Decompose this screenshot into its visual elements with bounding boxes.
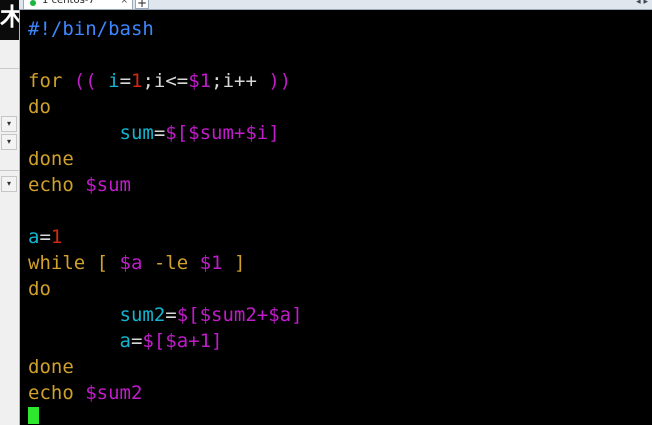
code-token: i <box>96 70 120 92</box>
code-token: a <box>28 330 131 352</box>
code-token: done <box>28 148 74 170</box>
code-token: = <box>119 70 132 92</box>
close-icon[interactable]: × <box>120 0 128 6</box>
terminal-line: #!/bin/bash <box>28 16 154 42</box>
tab-centos-7[interactable]: 1 centos-7 × <box>23 0 133 9</box>
terminal-cursor <box>28 407 39 424</box>
code-token: -le <box>142 252 200 274</box>
code-token: sum2 <box>28 304 166 326</box>
code-token: echo <box>28 382 86 404</box>
code-token: $sum <box>85 174 131 196</box>
code-token: 1 <box>131 70 143 92</box>
code-token: = <box>130 330 143 352</box>
session-tab-bar: 1 centos-7 × + ◂ ▸ <box>19 0 652 10</box>
terminal-line: for (( i=1;i<=$1;i++ )) <box>28 68 291 94</box>
new-tab-button[interactable]: + <box>135 0 149 9</box>
chevron-down-icon[interactable]: ▾ <box>1 176 17 192</box>
terminal-line: sum2=$[$sum2+$a] <box>28 302 303 328</box>
code-token: a <box>28 226 40 248</box>
code-token: for <box>28 70 63 92</box>
code-token: #!/bin/bash <box>28 18 154 40</box>
chevron-down-icon[interactable]: ▾ <box>1 116 17 132</box>
code-token: $1 <box>199 252 223 274</box>
connected-status-icon <box>30 0 36 6</box>
tab-scroll-arrows[interactable]: ◂ ▸ <box>636 0 648 7</box>
terminal-line: done <box>28 146 74 172</box>
adjacent-window-header: 木 <box>0 0 19 40</box>
code-token: $[$sum+$i] <box>165 122 280 144</box>
code-token: $a <box>119 252 143 274</box>
tab-number: 1 <box>42 0 49 6</box>
code-token: do <box>28 278 51 300</box>
code-token: = <box>39 226 51 248</box>
terminal-line: sum=$[$sum+$i] <box>28 120 280 146</box>
divider <box>0 170 19 171</box>
terminal-line: do <box>28 94 51 120</box>
divider <box>0 68 19 69</box>
terminal-line: a=$[$a+1] <box>28 328 223 354</box>
code-token: $1 <box>188 70 212 92</box>
code-token: = <box>153 122 166 144</box>
code-token: ;i++ <box>211 70 269 92</box>
tab-title: centos-7 <box>51 0 95 6</box>
code-token: $sum2 <box>85 382 143 404</box>
terminal-line: echo $sum2 <box>28 380 142 406</box>
code-token: $[$a+1] <box>142 330 223 352</box>
code-token: echo <box>28 174 86 196</box>
chevron-down-icon[interactable]: ▾ <box>1 134 17 150</box>
terminal-line: while [ $a -le $1 ] <box>28 250 245 276</box>
terminal-line: done <box>28 354 74 380</box>
adjacent-window-strip: 木 ▾ ▾ ▾ <box>0 0 20 425</box>
terminal-line: do <box>28 276 51 302</box>
code-token: while <box>28 252 86 274</box>
code-token: $[$sum2+$a] <box>176 304 303 326</box>
code-token: [ <box>85 252 120 274</box>
code-token: = <box>165 304 177 326</box>
code-token: ] <box>222 252 246 274</box>
code-token: do <box>28 96 51 118</box>
code-token: sum <box>28 122 154 144</box>
code-token: ;i<= <box>142 70 189 92</box>
code-token: )) <box>268 70 292 92</box>
code-token: (( <box>73 70 97 92</box>
terminal-output[interactable]: #!/bin/bash for (( i=1;i<=$1;i++ )) do sum… <box>20 10 652 425</box>
terminal-line: a=1 <box>28 224 62 250</box>
code-token: done <box>28 356 74 378</box>
tab-label: 1 centos-7 <box>42 0 95 6</box>
code-token: 1 <box>50 226 63 248</box>
adjacent-window-text: 木 <box>0 3 19 31</box>
terminal-line: echo $sum <box>28 172 131 198</box>
